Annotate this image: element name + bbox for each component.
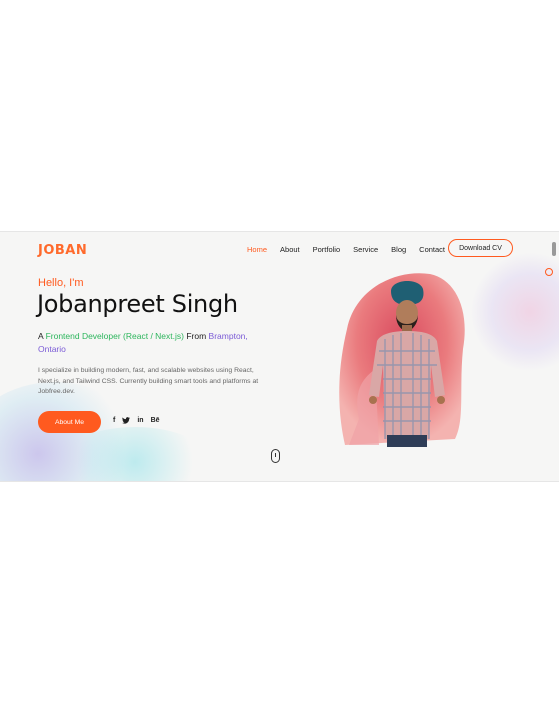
tagline-role: Frontend Developer (React / Next.js) xyxy=(45,331,184,341)
hero-tagline: A Frontend Developer (React / Next.js) F… xyxy=(38,330,268,356)
hero-name: Jobanpreet Singh xyxy=(37,290,238,318)
linkedin-icon[interactable]: in xyxy=(137,417,143,426)
tagline-middle: From xyxy=(183,331,209,341)
nav-contact[interactable]: Contact xyxy=(419,245,445,254)
nav-about[interactable]: About xyxy=(280,245,300,254)
profile-photo-illustration xyxy=(339,273,465,447)
about-me-button[interactable]: About Me xyxy=(38,411,101,433)
profile-photo xyxy=(335,269,465,447)
nav-blog[interactable]: Blog xyxy=(391,245,406,254)
cursor-follower-dot xyxy=(545,268,553,276)
social-links: f in Bē xyxy=(113,417,160,426)
twitter-icon[interactable] xyxy=(122,417,131,426)
nav-portfolio[interactable]: Portfolio xyxy=(313,245,341,254)
download-cv-button[interactable]: Download CV xyxy=(448,239,513,257)
site-logo[interactable]: JOBAN xyxy=(38,243,87,258)
behance-icon[interactable]: Bē xyxy=(151,417,160,426)
portfolio-hero-section: JOBAN Home About Portfolio Service Blog … xyxy=(0,231,559,482)
nav-home[interactable]: Home xyxy=(247,245,267,254)
hero-description: I specialize in building modern, fast, a… xyxy=(38,367,259,395)
hero-greeting: Hello, I'm xyxy=(38,277,84,289)
mouse-scroll-icon[interactable] xyxy=(271,449,280,463)
page-scrollbar[interactable] xyxy=(552,242,556,256)
facebook-icon[interactable]: f xyxy=(113,417,115,426)
tagline-prefix: A xyxy=(38,331,46,341)
main-navigation: Home About Portfolio Service Blog Contac… xyxy=(247,245,458,254)
nav-service[interactable]: Service xyxy=(353,245,378,254)
